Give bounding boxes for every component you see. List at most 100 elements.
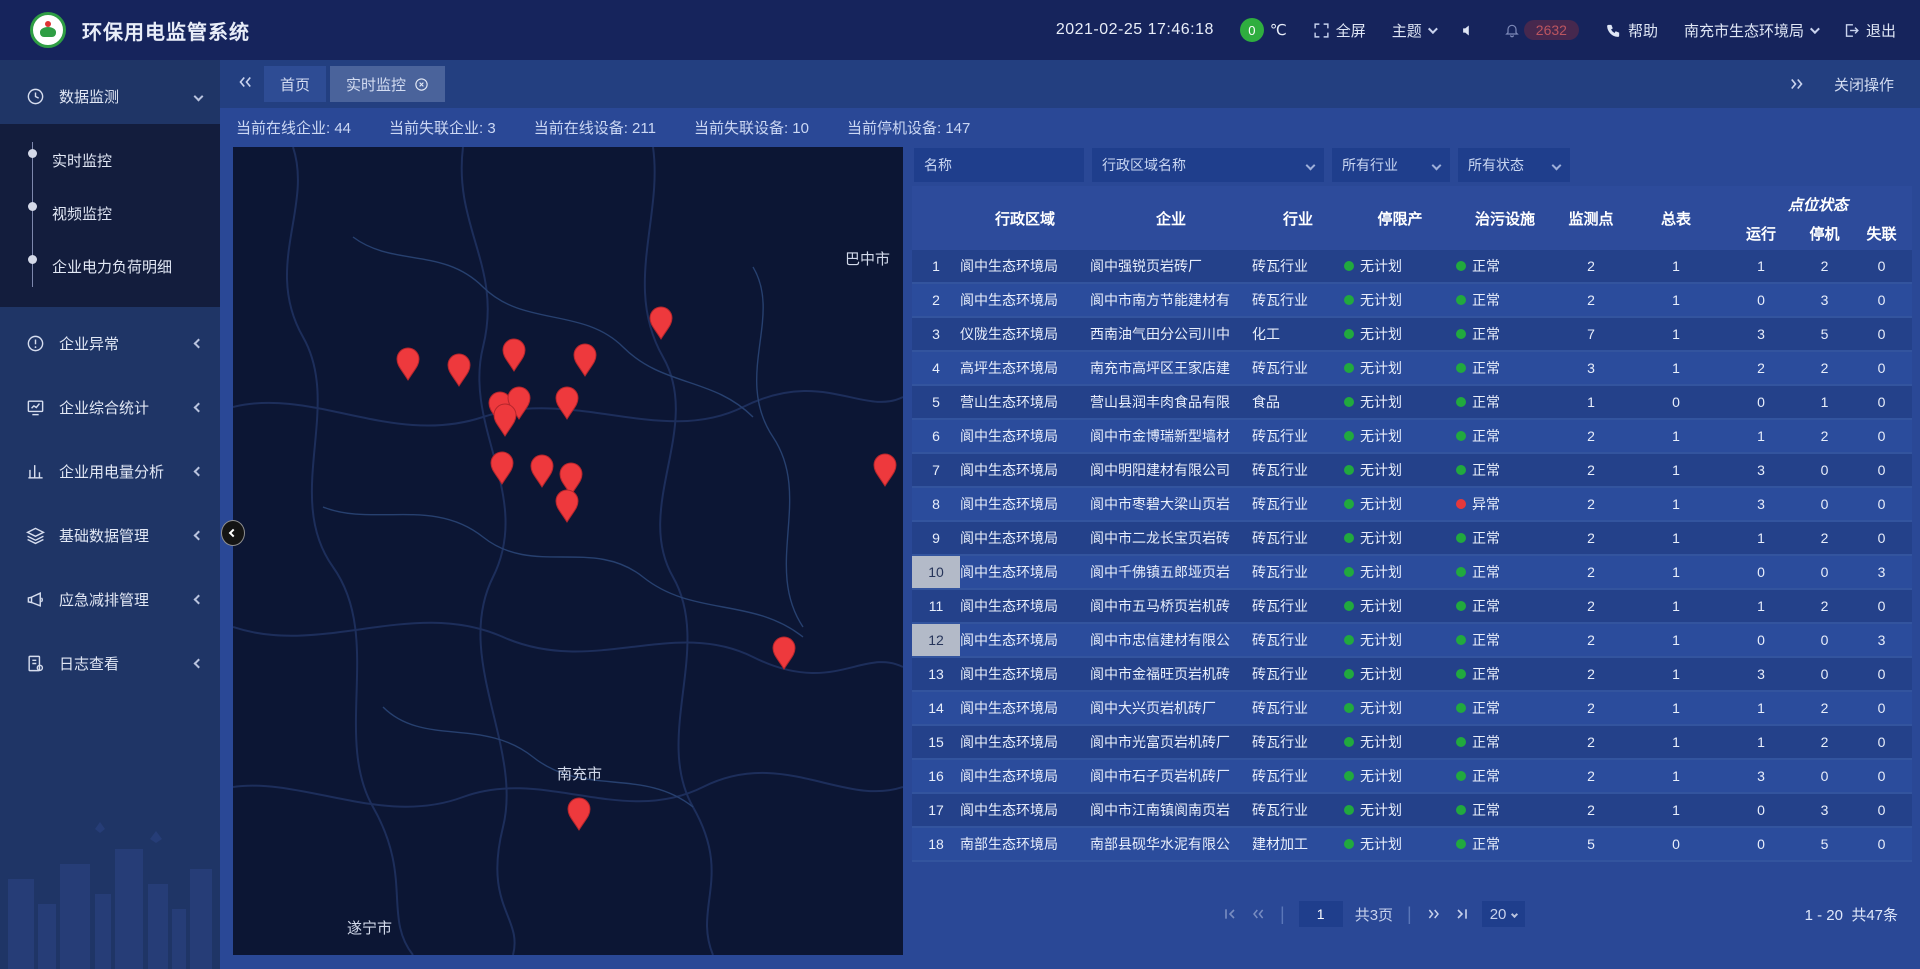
table-row[interactable]: 1阆中生态环境局阆中强锐页岩砖厂砖瓦行业无计划正常21120 — [912, 250, 1912, 284]
tabs-scroll-left-button[interactable] — [236, 73, 254, 96]
row-region: 高坪生态环境局 — [960, 352, 1090, 384]
sidebar-section[interactable]: 企业用电量分析 — [0, 443, 220, 499]
row-monitor-count: 2 — [1554, 488, 1628, 520]
sidebar-item-应急减排管理[interactable]: 应急减排管理 — [0, 571, 220, 627]
megaphone-icon — [26, 590, 45, 609]
map-marker-pin[interactable] — [448, 354, 470, 386]
fullscreen-button[interactable]: 全屏 — [1313, 20, 1366, 41]
logout-button[interactable]: 退出 — [1843, 20, 1896, 41]
industry-select[interactable]: 所有行业 — [1332, 148, 1450, 182]
row-lost-count: 0 — [1851, 522, 1912, 554]
sidebar-subitem-视频监控[interactable]: 视频监控 — [0, 187, 220, 240]
page-number-input[interactable] — [1299, 901, 1343, 927]
close-operations-button[interactable]: 关闭操作 — [1834, 74, 1894, 95]
name-search-input[interactable] — [914, 148, 1084, 182]
sidebar-item-企业综合统计[interactable]: 企业综合统计 — [0, 379, 220, 435]
sidebar-item-企业异常[interactable]: 企业异常 — [0, 315, 220, 371]
map-marker-pin[interactable] — [574, 344, 596, 376]
map-marker-pin[interactable] — [773, 637, 795, 669]
table-row[interactable]: 8阆中生态环境局阆中市枣碧大梁山页岩砖瓦行业无计划异常21300 — [912, 488, 1912, 522]
sidebar-section[interactable]: 基础数据管理 — [0, 507, 220, 563]
green-status-dot — [1456, 703, 1466, 713]
table-row[interactable]: 2阆中生态环境局阆中市南方节能建材有砖瓦行业无计划正常21030 — [912, 284, 1912, 318]
row-number: 7 — [912, 454, 960, 486]
row-region: 阆中生态环境局 — [960, 250, 1090, 282]
help-button[interactable]: 帮助 — [1605, 20, 1658, 41]
map-marker-pin[interactable] — [503, 339, 525, 371]
map-panel[interactable]: 巴中市南充市遂宁市 — [233, 147, 903, 955]
green-status-dot — [1344, 499, 1354, 509]
region-select[interactable]: 行政区域名称 — [1092, 148, 1324, 182]
table-row[interactable]: 17阆中生态环境局阆中市江南镇阆南页岩砖瓦行业无计划正常21030 — [912, 794, 1912, 828]
last-page-button[interactable] — [1454, 906, 1470, 922]
map-marker-pin[interactable] — [491, 452, 513, 484]
sidebar-submenu[interactable]: 实时监控视频监控企业电力负荷明细 — [0, 124, 220, 307]
row-facility-status: 正常 — [1456, 726, 1554, 758]
row-number: 14 — [912, 692, 960, 724]
row-run-count: 3 — [1724, 760, 1798, 792]
green-status-dot — [1456, 431, 1466, 441]
sidebar-section[interactable]: 企业异常 — [0, 315, 220, 371]
sidebar-section[interactable]: 日志查看 — [0, 635, 220, 691]
sidebar-item-基础数据管理[interactable]: 基础数据管理 — [0, 507, 220, 563]
map-marker-pin[interactable] — [556, 387, 578, 419]
row-lost-count: 0 — [1851, 590, 1912, 622]
sidebar-section[interactable]: 企业综合统计 — [0, 379, 220, 435]
table-row[interactable]: 6阆中生态环境局阆中市金博瑞新型墙材砖瓦行业无计划正常21120 — [912, 420, 1912, 454]
status-select[interactable]: 所有状态 — [1458, 148, 1570, 182]
sidebar-item-数据监测[interactable]: 数据监测 — [0, 68, 220, 124]
row-number: 3 — [912, 318, 960, 350]
table-row[interactable]: 10阆中生态环境局阆中千佛镇五郎垭页岩砖瓦行业无计划正常21003 — [912, 556, 1912, 590]
status-text: 正常 — [1472, 562, 1500, 582]
table-row[interactable]: 7阆中生态环境局阆中明阳建材有限公司砖瓦行业无计划正常21300 — [912, 454, 1912, 488]
sidebar-subitem-企业电力负荷明细[interactable]: 企业电力负荷明细 — [0, 240, 220, 293]
logout-icon — [1843, 22, 1860, 39]
status-text: 无计划 — [1360, 392, 1402, 412]
stat-item: 当前在线企业: 44 — [236, 117, 351, 138]
table-row[interactable]: 4高坪生态环境局南充市高坪区王家店建砖瓦行业无计划正常31220 — [912, 352, 1912, 386]
tabs-scroll-right-button double-chevron-right-icon[interactable] — [1788, 75, 1806, 93]
status-text: 正常 — [1472, 664, 1500, 684]
row-total-count: 1 — [1628, 760, 1724, 792]
map-marker-pin[interactable] — [494, 404, 516, 436]
chevron-down-icon — [1432, 160, 1442, 170]
theme-button[interactable]: 主题 — [1392, 20, 1435, 41]
table-row[interactable]: 15阆中生态环境局阆中市光富页岩机砖厂砖瓦行业无计划正常21120 — [912, 726, 1912, 760]
map-marker-pin[interactable] — [556, 490, 578, 522]
map-collapse-button[interactable] — [221, 520, 245, 546]
next-page-button double-chevron-right-icon[interactable] — [1426, 906, 1442, 922]
table-row[interactable]: 14阆中生态环境局阆中大兴页岩机砖厂砖瓦行业无计划正常21120 — [912, 692, 1912, 726]
map-marker-pin[interactable] — [568, 798, 590, 830]
map-marker-pin[interactable] — [874, 454, 896, 486]
tab-close-button[interactable] — [414, 77, 429, 92]
notifications-button[interactable]: 2632 — [1504, 20, 1579, 40]
table-row[interactable]: 13阆中生态环境局阆中市金福旺页岩机砖砖瓦行业无计划正常21300 — [912, 658, 1912, 692]
tab-首页[interactable]: 首页 — [264, 66, 326, 102]
row-facility-status: 正常 — [1456, 794, 1554, 826]
sidebar-subitem-实时监控[interactable]: 实时监控 — [0, 134, 220, 187]
table-row[interactable]: 18南部生态环境局南部县砚华水泥有限公建材加工无计划正常50050 — [912, 828, 1912, 862]
prev-page-button double-chevron-left-icon[interactable] — [1250, 906, 1266, 922]
sidebar-item-企业用电量分析[interactable]: 企业用电量分析 — [0, 443, 220, 499]
sidebar-item-日志查看[interactable]: 日志查看 — [0, 635, 220, 691]
table-row[interactable]: 9阆中生态环境局阆中市二龙长宝页岩砖砖瓦行业无计划正常21120 — [912, 522, 1912, 556]
table-row[interactable]: 11阆中生态环境局阆中市五马桥页岩机砖砖瓦行业无计划正常21120 — [912, 590, 1912, 624]
tab-实时监控[interactable]: 实时监控 — [330, 66, 445, 102]
table-row[interactable]: 3仪陇生态环境局西南油气田分公司川中化工无计划正常71350 — [912, 318, 1912, 352]
sidebar-section[interactable]: 数据监测实时监控视频监控企业电力负荷明细 — [0, 68, 220, 307]
sidebar-section[interactable]: 应急减排管理 — [0, 571, 220, 627]
tab-label: 实时监控 — [346, 74, 406, 95]
map-marker-pin[interactable] — [531, 455, 553, 487]
page-size-select[interactable]: 20 — [1482, 901, 1526, 927]
table-row[interactable]: 16阆中生态环境局阆中市石子页岩机砖厂砖瓦行业无计划正常21300 — [912, 760, 1912, 794]
first-page-button[interactable] — [1222, 906, 1238, 922]
row-facility-status: 正常 — [1456, 624, 1554, 656]
layers-icon — [26, 526, 45, 545]
table-row[interactable]: 12阆中生态环境局阆中市忠信建材有限公砖瓦行业无计划正常21003 — [912, 624, 1912, 658]
status-text: 无计划 — [1360, 324, 1402, 344]
map-marker-pin[interactable] — [397, 348, 419, 380]
org-menu[interactable]: 南充市生态环境局 — [1684, 20, 1817, 41]
table-row[interactable]: 5营山生态环境局营山县润丰肉食品有限食品无计划正常10010 — [912, 386, 1912, 420]
sidebar-subitem-label: 实时监控 — [52, 150, 112, 171]
mute-button[interactable] — [1461, 22, 1478, 39]
